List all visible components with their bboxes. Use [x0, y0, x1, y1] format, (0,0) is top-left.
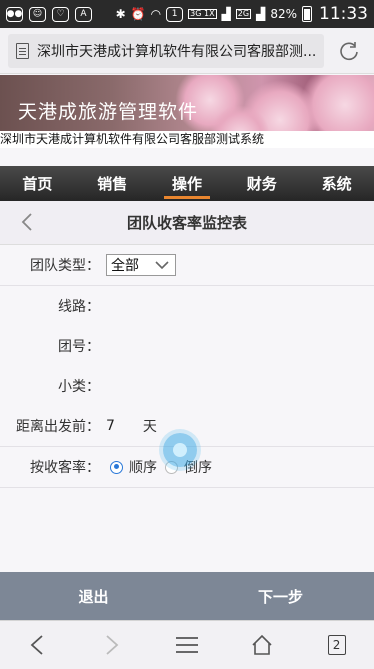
touch-indicator	[163, 433, 197, 467]
wifi-icon: ◠	[150, 7, 162, 21]
page-title: 团队收客率监控表	[126, 214, 247, 232]
battery-icon	[302, 6, 312, 22]
status-bar: ●● ☺ ♡ A ✱ ⏰ ◠ 1 3G 1X ▟ 2G ▟ 82% 11:33	[0, 0, 374, 28]
page-icon	[16, 42, 29, 59]
group-no-row: 团号：	[0, 326, 374, 367]
nav-operations[interactable]: 操作	[150, 166, 225, 201]
clock: 11:33	[319, 4, 368, 24]
signal-2-icon: ▟	[256, 7, 266, 21]
nav-sales[interactable]: 销售	[75, 166, 150, 201]
browser-toolbar: 2	[0, 620, 374, 669]
exit-button[interactable]: 退出	[0, 572, 187, 620]
radio-checked-icon	[110, 460, 123, 474]
messaging-icon: ●●	[6, 6, 23, 22]
url-text[interactable]: 深圳市天港成计算机软件有限公司客服部测...	[37, 41, 316, 61]
browser-back-button[interactable]	[22, 630, 52, 660]
sort-ascending-label: 顺序	[129, 460, 157, 476]
action-bar: 退出 下一步	[0, 572, 374, 620]
chevron-down-icon	[155, 261, 169, 270]
team-type-row: 团队类型： 全部	[0, 245, 374, 286]
network-3g-label: 3G 1X	[188, 9, 217, 19]
group-no-label: 团号：	[58, 339, 100, 355]
team-type-value: 全部	[111, 258, 139, 274]
nav-finance[interactable]: 财务	[224, 166, 299, 201]
menu-icon	[175, 637, 198, 653]
sort-ascending-radio[interactable]: 顺序	[110, 457, 157, 477]
signal-icon: ▟	[221, 7, 231, 21]
url-field[interactable]: 深圳市天港成计算机软件有限公司客服部测...	[8, 33, 325, 68]
page-header: 团队收客率监控表	[0, 201, 374, 245]
network-2g-label: 2G	[235, 9, 252, 19]
menu-button[interactable]	[172, 630, 202, 660]
alarm-icon: ⏰	[130, 7, 146, 21]
tabs-button[interactable]: 2	[322, 630, 352, 660]
days-before-input[interactable]: 7	[106, 418, 115, 434]
days-before-label: 距离出发前：	[16, 419, 100, 435]
group-no-input[interactable]	[106, 331, 374, 361]
chevron-left-icon	[31, 635, 43, 655]
chevron-right-icon	[106, 635, 119, 655]
browser-forward-button[interactable]	[97, 630, 127, 660]
app-banner: 天港成旅游管理软件 深圳市天港成计算机软件有限公司客服部测试系统	[0, 75, 374, 148]
tab-count: 2	[327, 635, 346, 655]
reload-icon[interactable]	[338, 40, 360, 62]
battery-percent: 82%	[270, 7, 297, 21]
shield-icon: ♡	[52, 6, 69, 22]
address-bar: 深圳市天港成计算机软件有限公司客服部测...	[0, 28, 374, 74]
nav-home[interactable]: 首页	[0, 166, 75, 201]
route-input[interactable]	[106, 291, 374, 321]
route-row: 线路：	[0, 286, 374, 327]
subclass-label: 小类：	[58, 379, 100, 395]
sim-1-icon: 1	[166, 6, 184, 22]
nav-system[interactable]: 系统	[299, 166, 374, 201]
back-icon[interactable]	[20, 213, 34, 231]
banner-subtitle: 深圳市天港成计算机软件有限公司客服部测试系统	[0, 131, 374, 148]
team-type-label: 团队类型：	[30, 258, 100, 274]
sort-label: 按收客率：	[30, 460, 100, 476]
next-button[interactable]: 下一步	[187, 572, 374, 620]
banner-title: 天港成旅游管理软件	[18, 101, 199, 123]
subclass-row: 小类：	[0, 366, 374, 407]
pdf-icon: A	[75, 6, 92, 22]
main-nav: 首页 销售 操作 财务 系统	[0, 166, 374, 201]
home-button[interactable]	[247, 630, 277, 660]
subclass-input[interactable]	[106, 371, 374, 401]
team-type-select[interactable]: 全部	[106, 254, 176, 276]
chat-icon: ☺	[29, 6, 46, 22]
home-icon	[252, 634, 272, 655]
bluetooth-icon: ✱	[115, 7, 126, 21]
days-unit: 天	[142, 419, 157, 435]
route-label: 线路：	[58, 299, 100, 315]
